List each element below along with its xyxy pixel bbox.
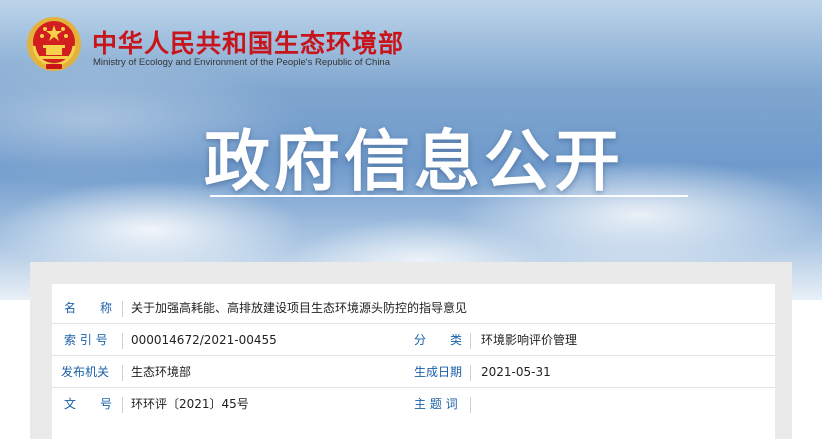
column-divider xyxy=(122,333,123,349)
name-value: 关于加强高耗能、高排放建设项目生态环境源头防控的指导意见 xyxy=(131,301,468,315)
index-value: 000014672/2021-00455 xyxy=(131,333,277,347)
column-divider xyxy=(122,301,123,317)
info-row-index: 索 引 号 000014672/2021-00455 分 类 环境影响评价管理 xyxy=(52,324,775,356)
column-divider xyxy=(470,365,471,381)
column-divider xyxy=(470,397,471,413)
info-row-docno: 文 号 环环评〔2021〕45号 主 题 词 xyxy=(52,388,775,420)
title-divider xyxy=(210,195,688,197)
column-divider xyxy=(122,397,123,413)
date-value: 2021-05-31 xyxy=(481,365,551,379)
category-label: 分 类 xyxy=(414,333,463,347)
index-label: 索 引 号 xyxy=(64,333,108,347)
column-divider xyxy=(122,365,123,381)
national-emblem-icon[interactable] xyxy=(26,16,82,72)
org-name-en[interactable]: Ministry of Ecology and Environment of t… xyxy=(93,57,390,68)
info-row-publisher: 发布机关 生态环境部 生成日期 2021-05-31 xyxy=(52,356,775,388)
name-label: 名 称 xyxy=(64,301,113,315)
info-row-name: 名 称 关于加强高耗能、高排放建设项目生态环境源头防控的指导意见 xyxy=(52,292,775,324)
page-title: 政府信息公开 xyxy=(204,123,624,200)
publisher-value: 生态环境部 xyxy=(131,365,192,379)
column-divider xyxy=(470,333,471,349)
docno-value: 环环评〔2021〕45号 xyxy=(131,397,249,411)
publisher-label: 发布机关 xyxy=(61,365,110,379)
subject-label: 主 题 词 xyxy=(414,397,458,411)
document-info-table: 名 称 关于加强高耗能、高排放建设项目生态环境源头防控的指导意见 索 引 号 0… xyxy=(52,284,775,439)
category-value: 环境影响评价管理 xyxy=(481,333,578,347)
org-name-cn[interactable]: 中华人民共和国生态环境部 xyxy=(92,24,404,60)
docno-label: 文 号 xyxy=(64,397,113,411)
date-label: 生成日期 xyxy=(414,365,463,379)
